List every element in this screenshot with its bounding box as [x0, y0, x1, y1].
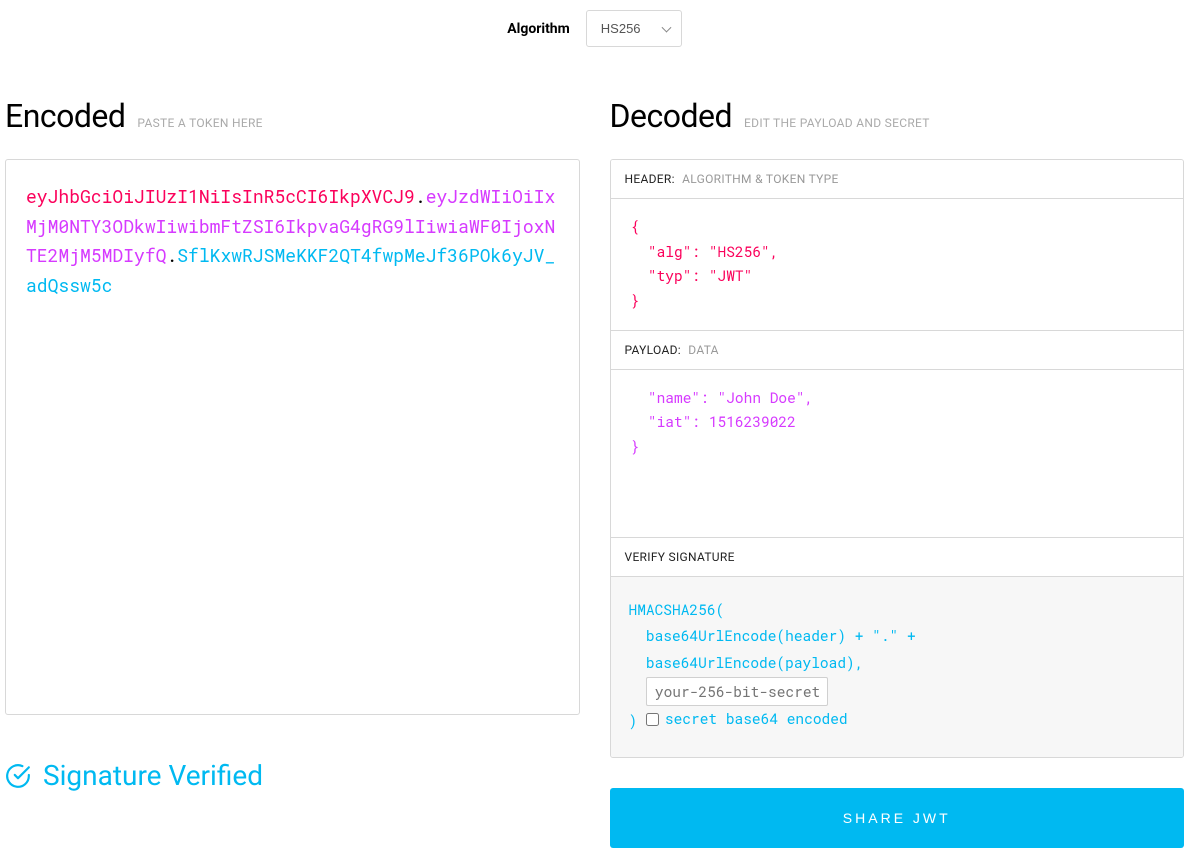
payload-label-text: PAYLOAD:: [625, 343, 681, 357]
payload-sublabel-text: DATA: [688, 343, 719, 357]
algorithm-row: Algorithm HS256: [0, 0, 1189, 67]
main-columns: Encoded PASTE A TOKEN HERE eyJhbGciOiJIU…: [0, 67, 1189, 848]
decoded-box: HEADER: ALGORITHM & TOKEN TYPE { "alg": …: [610, 159, 1185, 758]
token-dot: .: [166, 243, 177, 267]
decoded-subtitle: EDIT THE PAYLOAD AND SECRET: [744, 116, 930, 130]
decoded-title: Decoded: [610, 97, 733, 135]
decoded-header: Decoded EDIT THE PAYLOAD AND SECRET: [610, 97, 1185, 135]
sig-line2: base64UrlEncode(header) + "." +: [629, 626, 916, 645]
encoded-token-box[interactable]: eyJhbGciOiJIUzI1NiIsInR5cCI6IkpXVCJ9.eyJ…: [5, 159, 580, 715]
signature-status-text: Signature Verified: [43, 759, 263, 792]
encoded-header: Encoded PASTE A TOKEN HERE: [5, 97, 580, 135]
share-jwt-button[interactable]: SHARE JWT: [610, 788, 1185, 848]
secret-checkbox-label: secret base64 encoded: [665, 706, 848, 733]
encoded-subtitle: PASTE A TOKEN HERE: [137, 116, 262, 130]
encoded-title: Encoded: [5, 97, 125, 135]
token-header-part: eyJhbGciOiJIUzI1NiIsInR5cCI6IkpXVCJ9: [26, 184, 415, 208]
token-dot: .: [415, 184, 426, 208]
sig-line3: base64UrlEncode(payload),: [629, 653, 864, 672]
header-json-body[interactable]: { "alg": "HS256", "typ": "JWT" }: [611, 199, 1184, 331]
secret-checkbox-row: secret base64 encoded: [646, 706, 848, 733]
check-circle-icon: [5, 763, 31, 789]
secret-base64-checkbox[interactable]: [646, 713, 659, 726]
header-section-label: HEADER: ALGORITHM & TOKEN TYPE: [611, 160, 1184, 199]
signature-body: HMACSHA256( base64UrlEncode(header) + ".…: [611, 577, 1184, 757]
payload-json-body[interactable]: "name": "John Doe", "iat": 1516239022 }: [611, 370, 1184, 538]
header-label-text: HEADER:: [625, 172, 675, 186]
sig-close-paren: ): [629, 711, 646, 730]
sig-line1: HMACSHA256(: [629, 600, 725, 619]
secret-input[interactable]: [646, 677, 828, 706]
algorithm-select-wrap: HS256: [586, 10, 682, 47]
decoded-column: Decoded EDIT THE PAYLOAD AND SECRET HEAD…: [610, 67, 1185, 848]
signature-section-label: VERIFY SIGNATURE: [611, 538, 1184, 577]
encoded-column: Encoded PASTE A TOKEN HERE eyJhbGciOiJIU…: [5, 67, 580, 848]
signature-label-text: VERIFY SIGNATURE: [625, 550, 735, 564]
algorithm-select[interactable]: HS256: [586, 10, 682, 47]
signature-status: Signature Verified: [5, 759, 580, 792]
payload-section-label: PAYLOAD: DATA: [611, 331, 1184, 370]
algorithm-label: Algorithm: [507, 21, 570, 37]
header-sublabel-text: ALGORITHM & TOKEN TYPE: [682, 172, 839, 186]
